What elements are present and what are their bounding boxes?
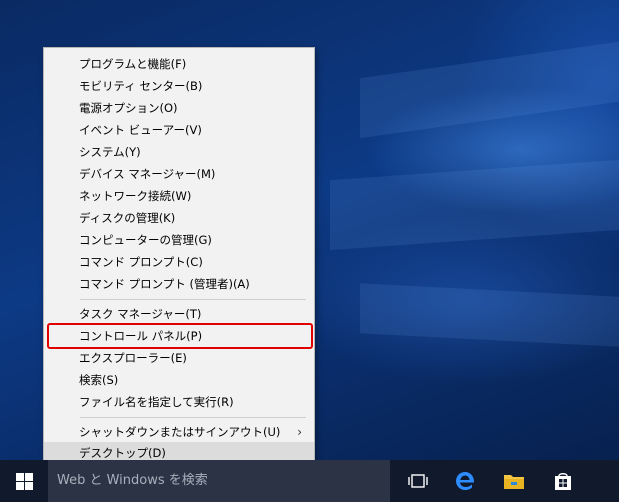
menu-item-label: シャットダウンまたはサインアウト(U) [79, 425, 281, 439]
task-view-button[interactable] [398, 460, 438, 502]
menu-item-mobility-center[interactable]: モビリティ センター(B) [44, 75, 314, 97]
menu-separator [80, 417, 306, 418]
menu-separator [80, 299, 306, 300]
search-placeholder: Web と Windows を検索 [57, 473, 208, 488]
file-explorer-icon [504, 475, 524, 489]
search-box[interactable]: Web と Windows を検索 [48, 460, 390, 502]
chevron-right-icon: › [297, 425, 302, 439]
windows-logo-icon [15, 472, 33, 490]
menu-item-search[interactable]: 検索(S) [44, 369, 314, 391]
menu-item-run[interactable]: ファイル名を指定して実行(R) [44, 391, 314, 413]
menu-item-file-explorer[interactable]: エクスプローラー(E) [44, 347, 314, 369]
menu-item-shutdown-signout[interactable]: シャットダウンまたはサインアウト(U) › [44, 421, 314, 443]
menu-item-disk-management[interactable]: ディスクの管理(K) [44, 207, 314, 229]
start-button[interactable] [0, 460, 48, 502]
menu-item-computer-management[interactable]: コンピューターの管理(G) [44, 229, 314, 251]
task-view-icon [408, 474, 428, 488]
edge-button[interactable] [445, 460, 485, 502]
wallpaper-light-beam [330, 159, 619, 251]
store-icon [555, 473, 571, 490]
control-panel-highlight-box [47, 323, 313, 349]
menu-item-network-connections[interactable]: ネットワーク接続(W) [44, 185, 314, 207]
menu-item-command-prompt[interactable]: コマンド プロンプト(C) [44, 251, 314, 273]
file-explorer-button[interactable] [494, 460, 534, 502]
edge-icon [456, 472, 475, 490]
wallpaper-light-beam [360, 283, 619, 347]
menu-item-system[interactable]: システム(Y) [44, 141, 314, 163]
wallpaper-light-beam [360, 41, 619, 139]
menu-item-programs-features[interactable]: プログラムと機能(F) [44, 53, 314, 75]
menu-item-task-manager[interactable]: タスク マネージャー(T) [44, 303, 314, 325]
taskbar: Web と Windows を検索 [0, 460, 619, 502]
store-button[interactable] [543, 460, 583, 502]
menu-item-power-options[interactable]: 電源オプション(O) [44, 97, 314, 119]
menu-item-command-prompt-admin[interactable]: コマンド プロンプト (管理者)(A) [44, 273, 314, 295]
winx-context-menu: プログラムと機能(F) モビリティ センター(B) 電源オプション(O) イベン… [43, 47, 315, 468]
menu-item-event-viewer[interactable]: イベント ビューアー(V) [44, 119, 314, 141]
menu-item-device-manager[interactable]: デバイス マネージャー(M) [44, 163, 314, 185]
